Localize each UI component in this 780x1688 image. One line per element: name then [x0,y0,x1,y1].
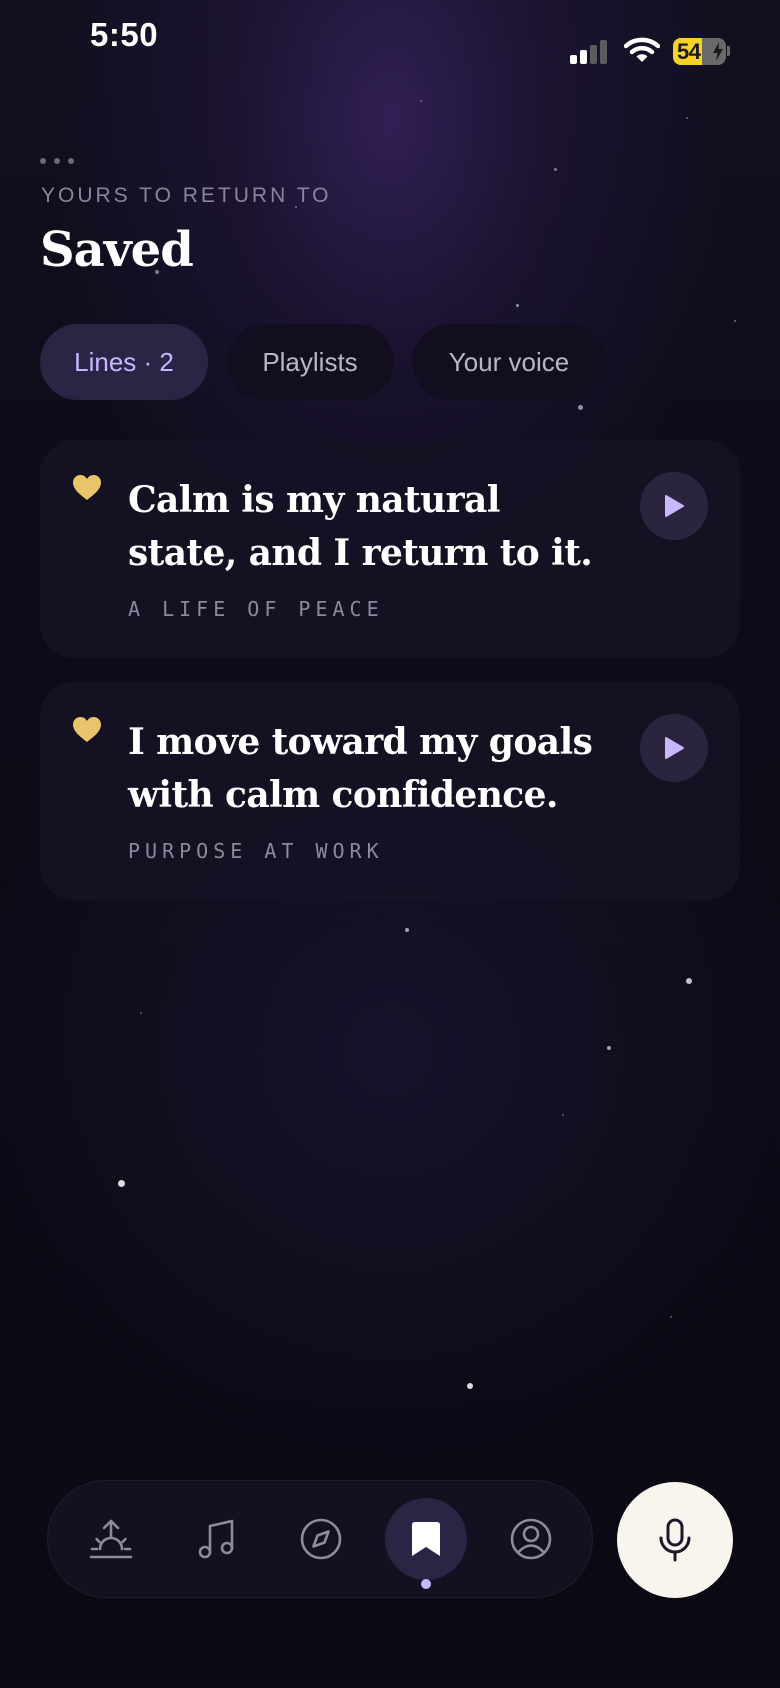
nav-item-morning[interactable] [70,1498,152,1580]
play-button[interactable] [640,472,708,540]
star [670,1316,672,1318]
star [562,1114,564,1116]
star [554,168,557,171]
star [734,320,736,322]
status-time: 5:50 [90,16,159,53]
play-button[interactable] [640,714,708,782]
saved-line-card[interactable]: I move toward my goals with calm confide… [40,682,740,900]
wifi-icon [623,36,661,69]
bookmark-icon [412,1522,440,1556]
star [578,405,583,410]
star [607,1046,611,1050]
status-bar: 5:50 54 [0,0,780,80]
play-icon [665,495,684,517]
star [118,1180,125,1187]
nav-item-saved[interactable] [385,1498,467,1580]
heart-icon[interactable] [72,716,102,748]
filter-tabs: Lines · 2 Playlists Your voice [40,324,606,400]
heart-icon[interactable] [72,474,102,506]
active-indicator-dot [421,1579,431,1589]
compass-icon [300,1518,342,1560]
saved-line-collection: PURPOSE AT WORK [128,839,384,863]
star [686,117,688,119]
bottom-nav [47,1480,593,1598]
music-note-icon [198,1519,234,1559]
tab-playlists[interactable]: Playlists [226,324,394,400]
star [140,1012,142,1014]
battery-percent: 54 [677,39,701,64]
battery-nub [727,46,730,56]
nav-item-profile[interactable] [490,1498,572,1580]
saved-line-text: I move toward my goals with calm confide… [128,721,593,816]
microphone-button[interactable] [617,1482,733,1598]
star [405,928,409,932]
nav-item-music[interactable] [175,1498,257,1580]
play-icon [665,737,684,759]
profile-icon [510,1518,552,1560]
saved-line-card[interactable]: Calm is my natural state, and I return t… [40,440,740,658]
page-title: Saved [40,222,194,278]
saved-line-text: Calm is my natural state, and I return t… [128,479,593,574]
nav-item-explore[interactable] [280,1498,362,1580]
star [420,100,422,102]
star [467,1383,473,1389]
cellular-signal-icon [570,38,610,64]
more-options-icon[interactable] [40,158,74,164]
microphone-icon [659,1518,691,1562]
sunrise-icon [89,1519,133,1559]
battery-charging-icon: 54 [673,38,726,65]
tab-your-voice[interactable]: Your voice [412,324,606,400]
star [516,304,519,307]
saved-line-collection: A LIFE OF PEACE [128,597,384,621]
page-eyebrow: YOURS TO RETURN TO [41,184,332,207]
star [686,978,692,984]
tab-lines[interactable]: Lines · 2 [40,324,208,400]
